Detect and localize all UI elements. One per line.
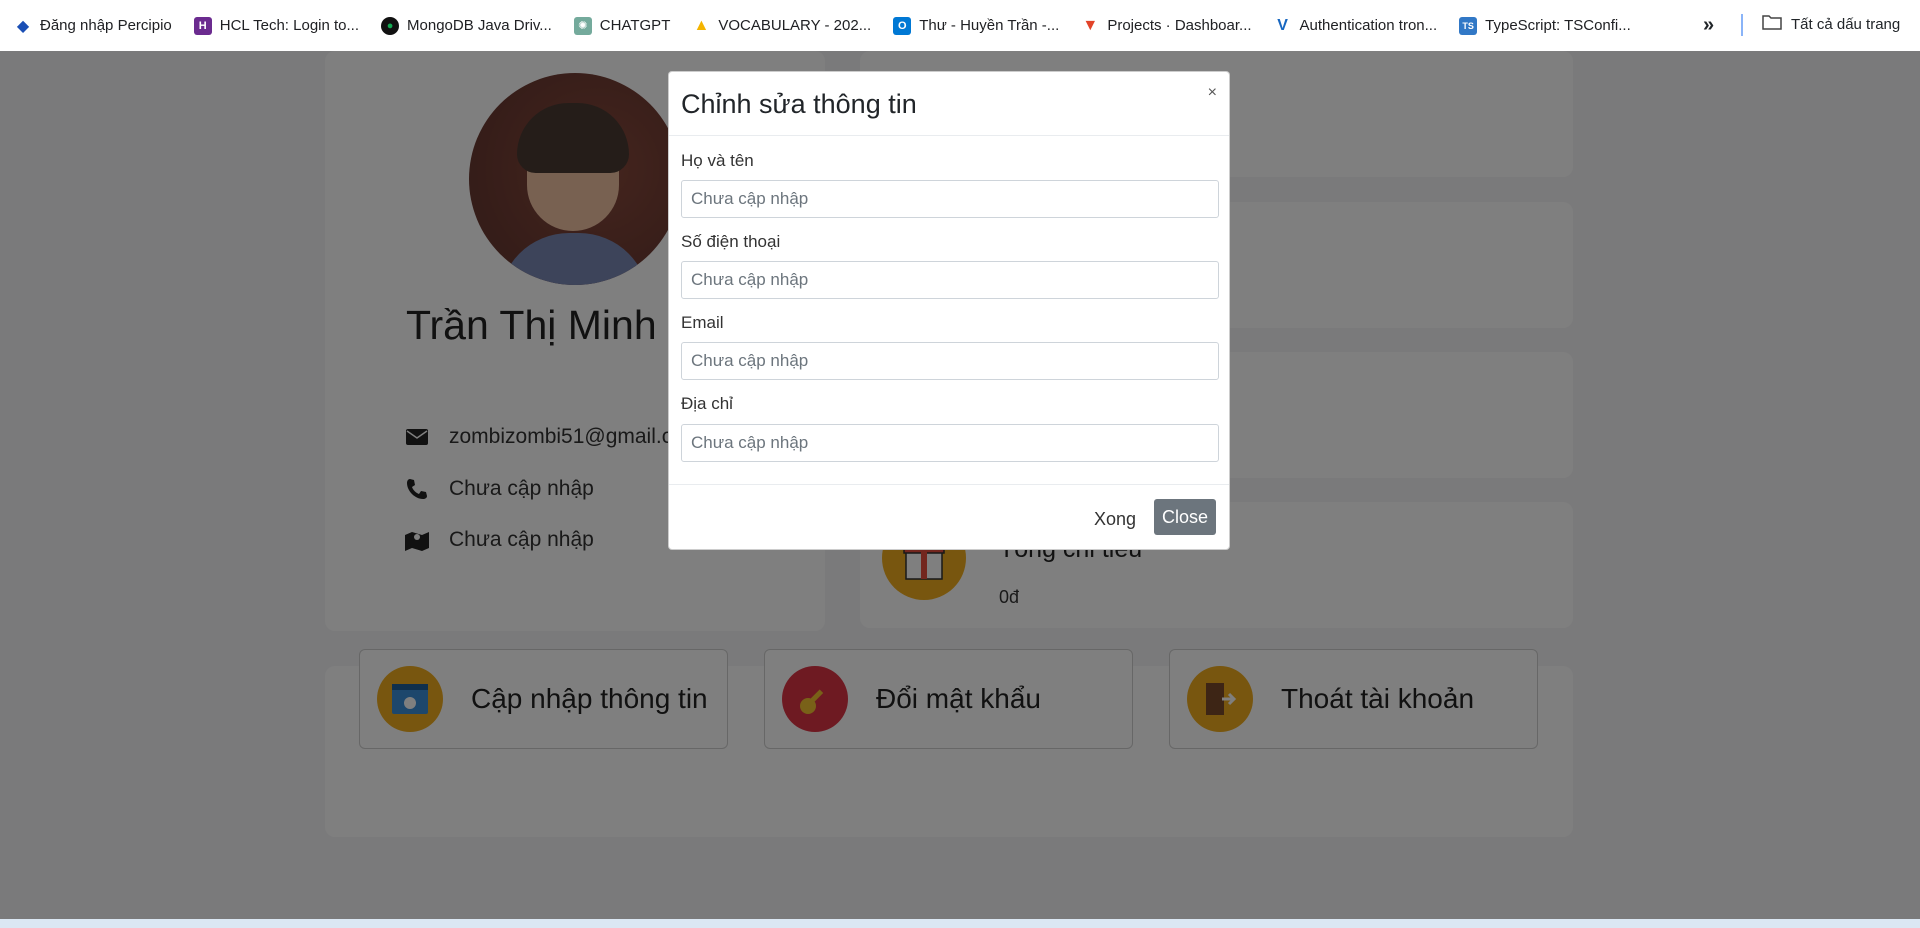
fullname-label: Họ và tên bbox=[681, 151, 754, 170]
vuetify-icon: V bbox=[1277, 16, 1288, 34]
bookmark-label: Projects · Dashboar... bbox=[1107, 17, 1252, 34]
all-bookmarks-button[interactable]: Tất cả dấu trang bbox=[1762, 14, 1900, 34]
edit-info-modal: Chỉnh sửa thông tin × Họ và tên Số điện … bbox=[668, 71, 1230, 550]
bookmarks-more-chevron-icon[interactable]: » bbox=[1703, 14, 1714, 37]
bookmarks-bar: ◆ Đăng nhập Percipio H HCL Tech: Login t… bbox=[0, 0, 1920, 51]
bookmark-authentication[interactable]: V Authentication tron... bbox=[1274, 16, 1438, 35]
typescript-icon: TS bbox=[1459, 16, 1478, 35]
bookmark-typescript[interactable]: TS TypeScript: TSConfi... bbox=[1459, 16, 1631, 35]
hcl-icon: H bbox=[193, 16, 212, 35]
phone-input[interactable] bbox=[681, 261, 1219, 299]
bookmark-hcl[interactable]: H HCL Tech: Login to... bbox=[193, 16, 360, 35]
taskbar-strip bbox=[0, 919, 1920, 928]
google-drive-icon: ▲ bbox=[693, 16, 710, 34]
bookmark-gitlab[interactable]: ▼ Projects · Dashboar... bbox=[1081, 17, 1251, 35]
bookmark-percipio[interactable]: ◆ Đăng nhập Percipio bbox=[14, 17, 172, 35]
bookmark-label: CHATGPT bbox=[599, 17, 671, 34]
address-input[interactable] bbox=[681, 424, 1219, 462]
bookmark-label: Đăng nhập Percipio bbox=[40, 17, 172, 34]
phone-label: Số điện thoại bbox=[681, 232, 781, 251]
bookmark-label: Thư - Huyền Trần -... bbox=[919, 17, 1060, 34]
bookmark-label: Authentication tron... bbox=[1299, 17, 1438, 34]
modal-footer: Xong Close bbox=[669, 484, 1229, 550]
bookmark-label: MongoDB Java Driv... bbox=[407, 17, 552, 34]
done-button[interactable]: Xong bbox=[1094, 509, 1136, 530]
bookmarks-divider bbox=[1741, 14, 1743, 36]
close-button[interactable]: Close bbox=[1154, 499, 1216, 535]
outlook-icon: O bbox=[893, 16, 912, 35]
gitlab-icon: ▼ bbox=[1082, 16, 1099, 34]
modal-header: Chỉnh sửa thông tin × bbox=[669, 72, 1229, 136]
email-input[interactable] bbox=[681, 342, 1219, 380]
address-label: Địa chỉ bbox=[681, 394, 733, 413]
all-bookmarks-label: Tất cả dấu trang bbox=[1791, 15, 1901, 33]
bookmark-label: HCL Tech: Login to... bbox=[219, 17, 360, 34]
percipio-icon: ◆ bbox=[16, 17, 30, 35]
mongodb-icon: ● bbox=[381, 16, 400, 35]
bookmark-mongodb[interactable]: ● MongoDB Java Driv... bbox=[381, 16, 552, 35]
fullname-input[interactable] bbox=[681, 180, 1219, 218]
modal-title: Chỉnh sửa thông tin bbox=[681, 89, 917, 119]
chatgpt-icon: ✺ bbox=[573, 16, 592, 35]
bookmark-outlook[interactable]: O Thư - Huyền Trần -... bbox=[893, 16, 1060, 35]
bookmark-label: VOCABULARY - 202... bbox=[718, 17, 872, 34]
close-icon[interactable]: × bbox=[1208, 84, 1217, 102]
folder-icon bbox=[1762, 14, 1782, 34]
bookmark-label: TypeScript: TSConfi... bbox=[1485, 17, 1631, 34]
bookmark-vocabulary[interactable]: ▲ VOCABULARY - 202... bbox=[692, 17, 871, 35]
email-label: Email bbox=[681, 313, 724, 332]
bookmark-chatgpt[interactable]: ✺ CHATGPT bbox=[573, 16, 671, 35]
